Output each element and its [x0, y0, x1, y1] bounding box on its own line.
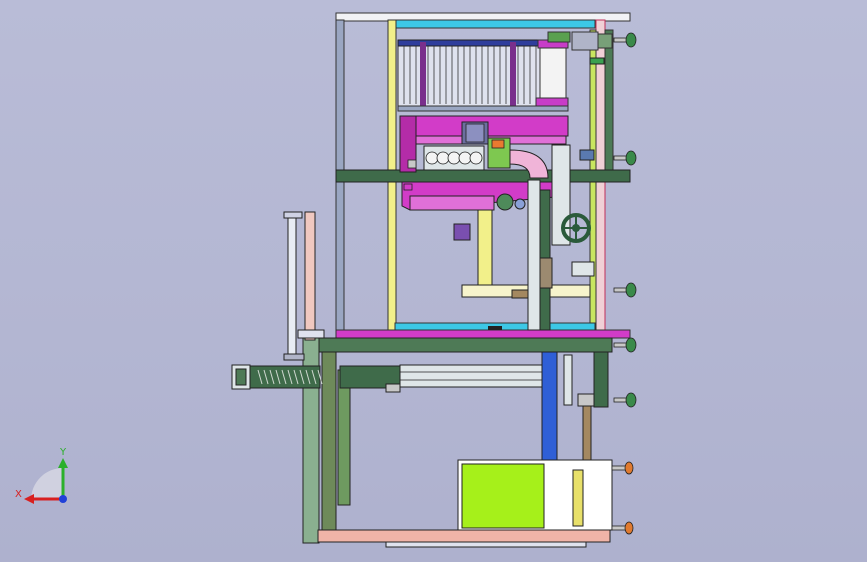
gear-wheel	[469, 151, 483, 165]
leveling-foot	[613, 392, 637, 408]
foot-pad	[625, 150, 637, 166]
leveling-foot	[613, 337, 637, 353]
leveling-foot	[611, 521, 634, 535]
leveling-feet	[611, 32, 637, 535]
foot-pad	[624, 461, 634, 475]
leveling-foot	[613, 282, 637, 298]
foot-pad	[625, 392, 637, 408]
foot-pad	[624, 521, 634, 535]
gear-wheel	[458, 151, 472, 165]
x-axis-label: X	[15, 489, 22, 500]
leveling-foot	[613, 150, 637, 166]
collection-bin	[457, 459, 613, 531]
grille-assembly	[397, 39, 569, 112]
foot-pad	[625, 282, 637, 298]
machine-drawing: Y X	[15, 12, 637, 548]
gear-wheel	[447, 151, 461, 165]
axis-triad: Y X	[15, 447, 68, 504]
foot-pad	[625, 32, 637, 48]
screw-actuator	[231, 364, 543, 393]
foot-stem	[611, 465, 627, 471]
gear-wheel	[436, 151, 450, 165]
foot-stem	[611, 525, 627, 531]
foot-pad	[625, 337, 637, 353]
left-slide	[283, 211, 325, 361]
z-axis-dot	[59, 495, 67, 503]
gear-wheel	[425, 151, 439, 165]
y-axis-label: Y	[59, 447, 67, 458]
cad-viewport[interactable]: Y X	[0, 0, 867, 562]
leveling-foot	[613, 32, 637, 48]
leveling-foot	[611, 461, 634, 475]
